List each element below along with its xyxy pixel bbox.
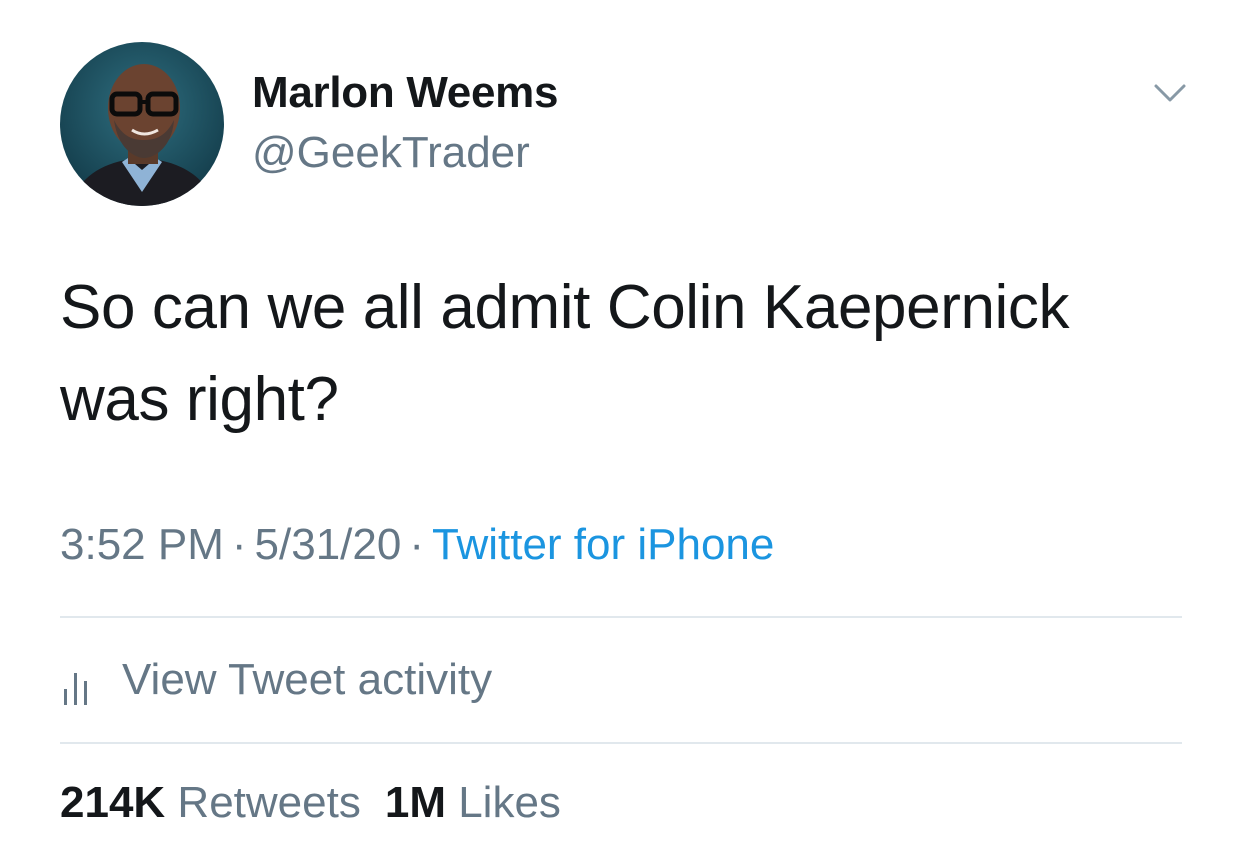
divider — [60, 616, 1182, 618]
view-tweet-activity-button[interactable]: View Tweet activity — [60, 648, 492, 712]
tweet-card: Marlon Weems @GeekTrader So can we all a… — [0, 0, 1242, 860]
user-handle[interactable]: @GeekTrader — [252, 128, 530, 178]
chevron-down-icon[interactable] — [1150, 78, 1190, 108]
retweets-label: Retweets — [177, 778, 361, 827]
avatar[interactable] — [60, 42, 224, 206]
tweet-text-line: So can we all admit Colin Kaepernick — [60, 273, 1070, 342]
retweets-stat[interactable]: 214K Retweets — [60, 778, 361, 827]
retweets-count: 214K — [60, 778, 166, 827]
profile-photo-icon — [60, 42, 224, 206]
engagement-stats: 214K Retweets 1M Likes — [60, 778, 561, 828]
tweet-meta: 3:52 PM · 5/31/20 · Twitter for iPhone — [60, 520, 774, 570]
divider — [60, 742, 1182, 744]
likes-label: Likes — [458, 778, 561, 827]
meta-separator: · — [409, 520, 424, 569]
tweet-text: So can we all admit Colin Kaepernick was… — [60, 262, 1200, 446]
tweet-date: 5/31/20 — [254, 520, 402, 569]
bar-chart-icon — [64, 673, 87, 705]
tweet-text-line: was right? — [60, 365, 339, 434]
view-tweet-activity-label: View Tweet activity — [122, 655, 493, 704]
display-name[interactable]: Marlon Weems — [252, 68, 558, 118]
tweet-time: 3:52 PM — [60, 520, 224, 569]
meta-separator: · — [231, 520, 247, 569]
likes-stat[interactable]: 1M Likes — [385, 778, 561, 827]
likes-count: 1M — [384, 778, 446, 827]
tweet-source-link[interactable]: Twitter for iPhone — [432, 520, 774, 569]
